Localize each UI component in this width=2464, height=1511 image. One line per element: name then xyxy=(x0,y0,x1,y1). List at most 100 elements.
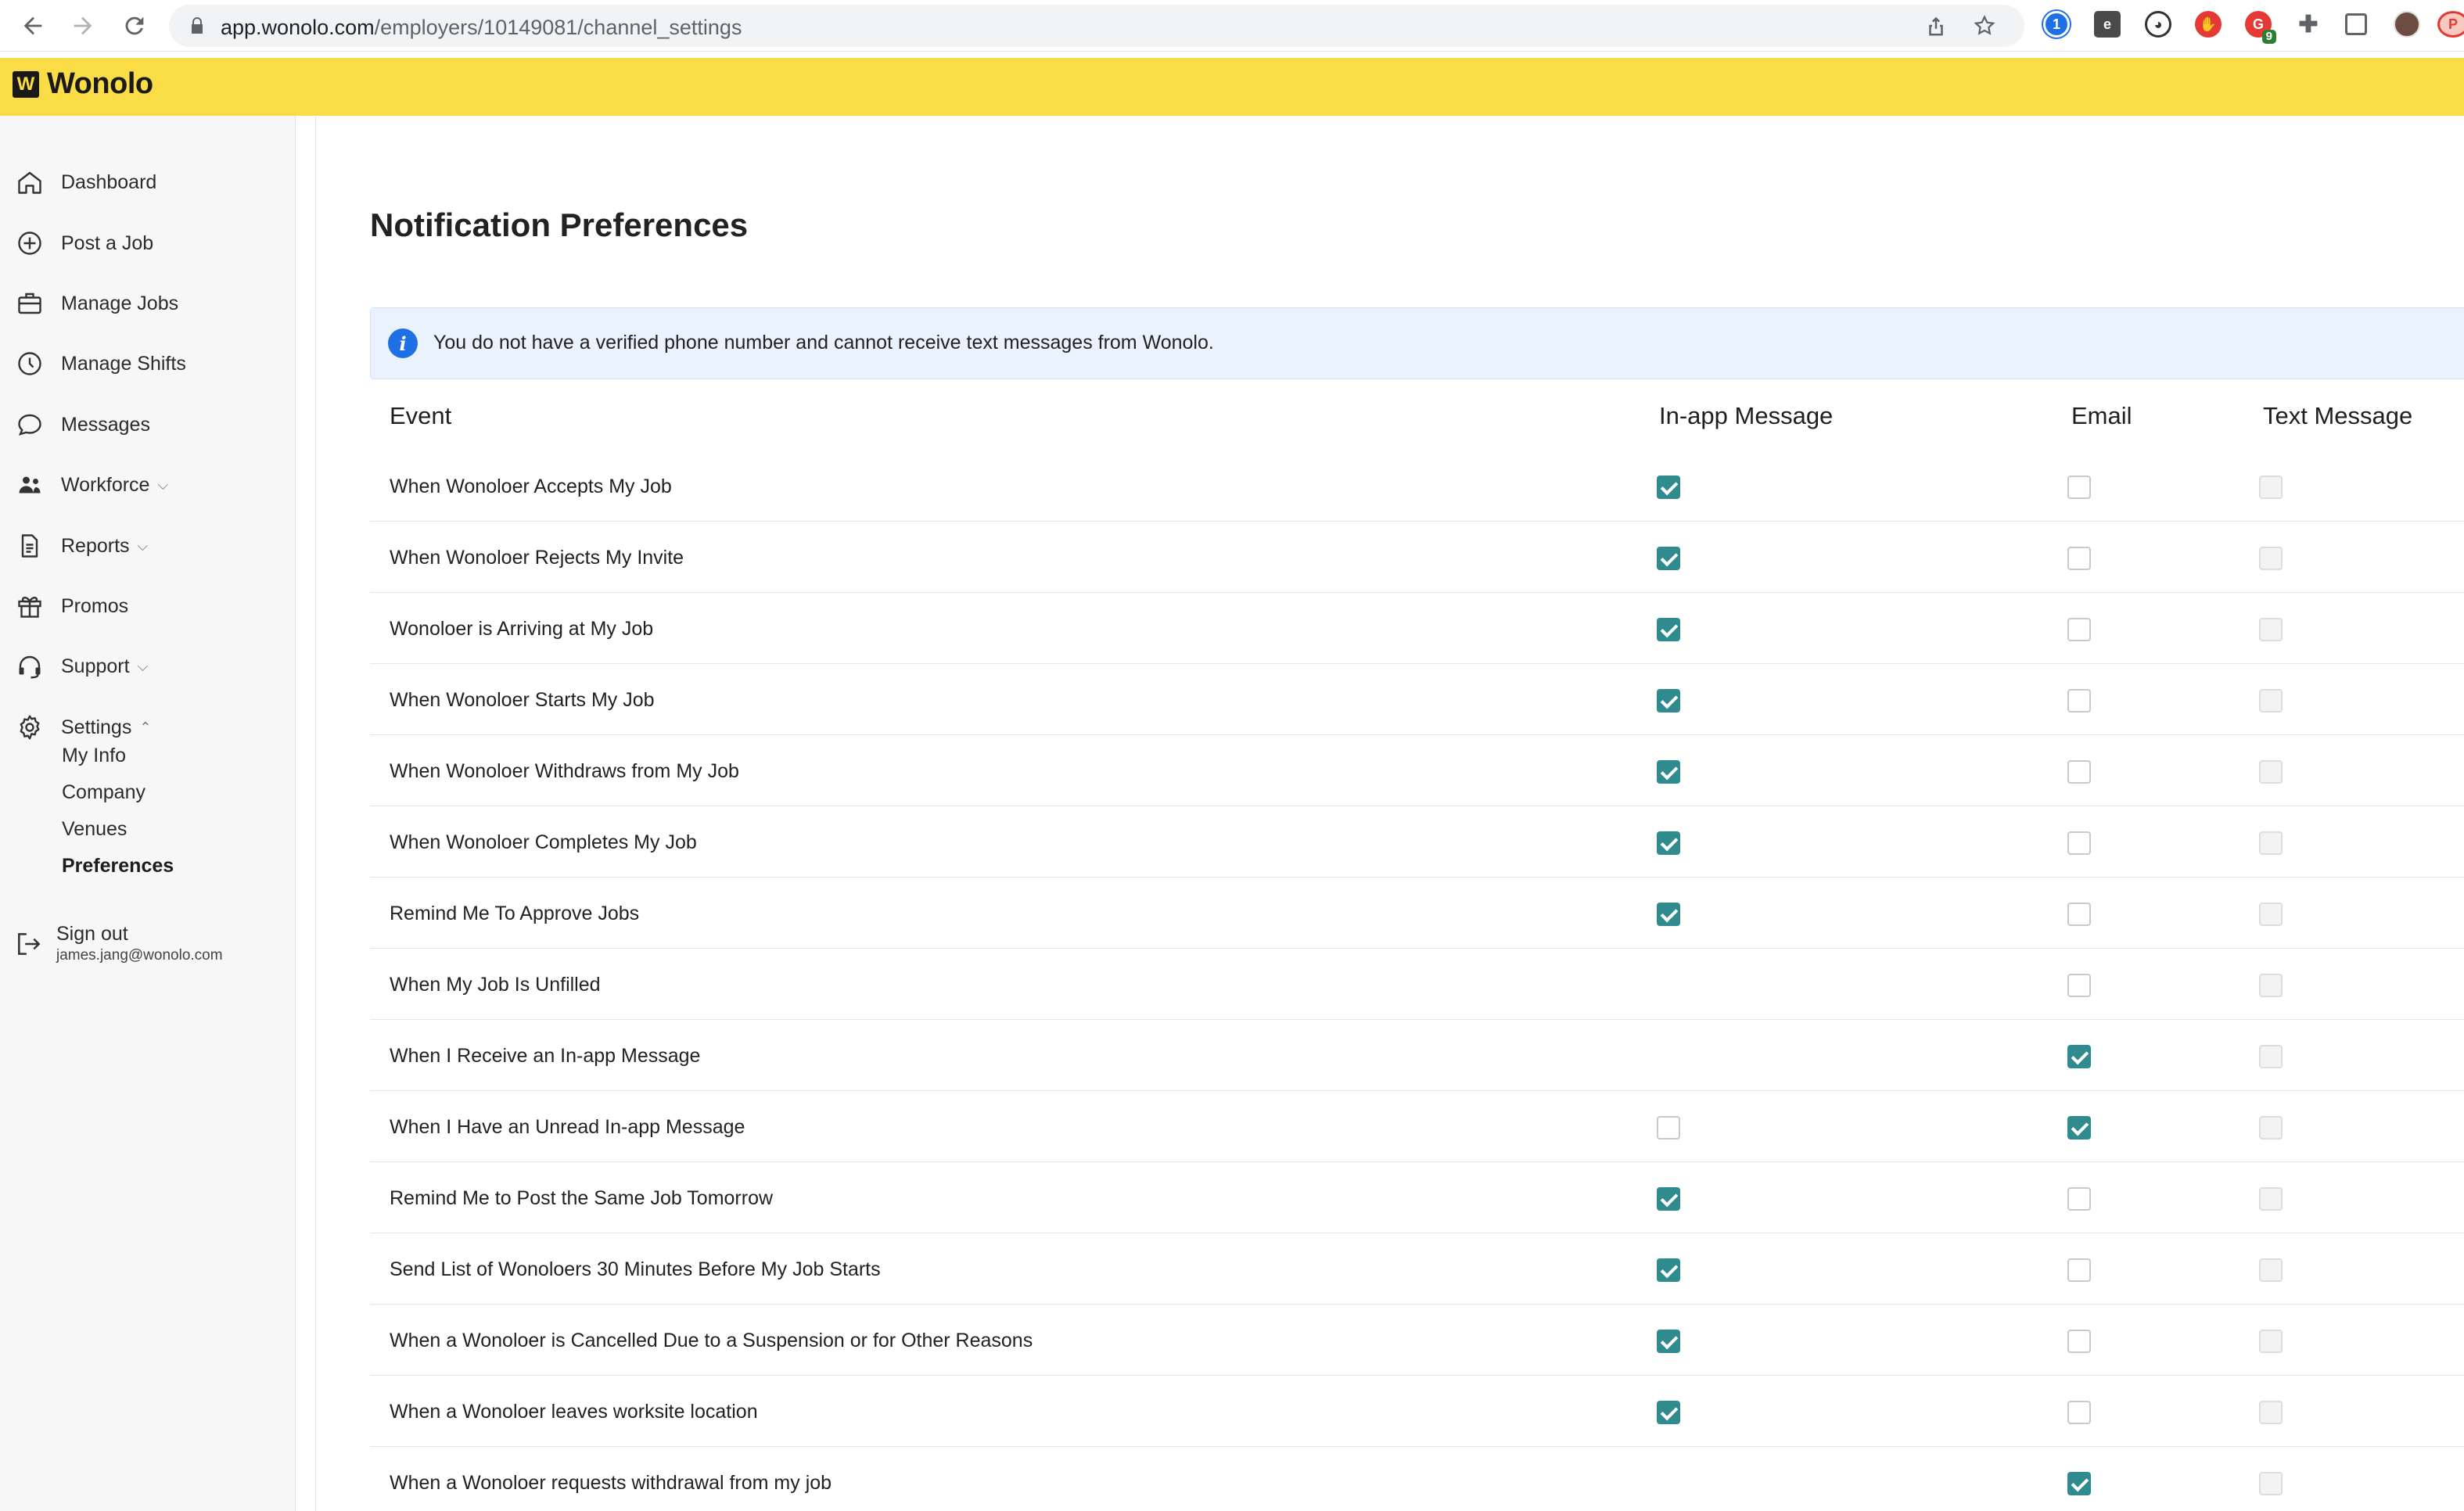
event-label: When Wonoloer Starts My Job xyxy=(390,689,655,711)
sidebar-item-dashboard[interactable]: Dashboard xyxy=(14,165,156,199)
logo-text: Wonolo xyxy=(47,67,153,100)
password-manager-extension-icon[interactable]: 1 xyxy=(2043,11,2070,38)
table-row: Remind Me To Approve Jobs xyxy=(370,878,2464,949)
event-label: When Wonoloer Completes My Job xyxy=(390,831,697,853)
reload-icon[interactable] xyxy=(119,10,150,41)
event-label: Remind Me To Approve Jobs xyxy=(390,903,640,924)
bookmark-star-icon[interactable] xyxy=(1973,14,1996,38)
sidebar-item-promos[interactable]: Promos xyxy=(14,589,128,623)
gear-icon xyxy=(14,712,45,743)
inapp-checkbox[interactable] xyxy=(1657,903,1680,926)
email-checkbox[interactable] xyxy=(2067,1116,2091,1140)
side-panel-icon[interactable] xyxy=(2345,13,2367,35)
settings-sub-my-info[interactable]: My Info xyxy=(62,745,126,767)
lock-icon xyxy=(192,17,203,34)
puzzle-extensions-icon[interactable]: ✚ xyxy=(2295,11,2322,38)
email-checkbox[interactable] xyxy=(2067,903,2091,926)
home-icon xyxy=(14,167,45,198)
forward-arrow-icon[interactable] xyxy=(67,10,99,41)
sidebar-item-manage-shifts[interactable]: Manage Shifts xyxy=(14,346,186,381)
inapp-checkbox[interactable] xyxy=(1657,1330,1680,1353)
email-checkbox[interactable] xyxy=(2067,974,2091,997)
grammar-extension-icon[interactable]: G9 xyxy=(2245,11,2276,44)
briefcase-icon xyxy=(14,288,45,319)
event-label: When I Have an Unread In-app Message xyxy=(390,1116,745,1138)
sidebar-item-settings[interactable]: Settings ⌃ xyxy=(14,710,151,745)
settings-sub-company[interactable]: Company xyxy=(62,781,145,804)
sign-out-button[interactable]: Sign out james.jang@wonolo.com xyxy=(14,923,223,964)
email-checkbox[interactable] xyxy=(2067,1045,2091,1068)
inapp-checkbox[interactable] xyxy=(1657,689,1680,712)
sidebar-item-post-a-job[interactable]: Post a Job xyxy=(14,226,153,260)
email-checkbox[interactable] xyxy=(2067,547,2091,570)
table-row: Wonoloer is Arriving at My Job xyxy=(370,593,2464,664)
email-checkbox[interactable] xyxy=(2067,831,2091,855)
panda-extension-icon[interactable]: ◕ xyxy=(2145,11,2171,38)
settings-sub-preferences[interactable]: Preferences xyxy=(62,855,174,878)
email-checkbox[interactable] xyxy=(2067,1472,2091,1495)
back-arrow-icon[interactable] xyxy=(17,10,48,41)
browser-toolbar: app.wonolo.com/employers/10149081/channe… xyxy=(0,0,2464,52)
text-checkbox xyxy=(2259,1401,2283,1424)
chevron-down-icon: ⌵ xyxy=(157,476,169,493)
inapp-checkbox[interactable] xyxy=(1657,1116,1680,1140)
column-header-text: Text Message xyxy=(2263,402,2413,429)
phone-alert-banner: i You do not have a verified phone numbe… xyxy=(370,307,2464,379)
table-row: When I Have an Unread In-app Message xyxy=(370,1091,2464,1162)
email-checkbox[interactable] xyxy=(2067,1258,2091,1282)
alert-message: You do not have a verified phone number … xyxy=(433,332,1214,354)
adblock-extension-icon[interactable]: ✋ xyxy=(2195,11,2222,38)
sidebar-item-messages[interactable]: Messages xyxy=(14,407,150,442)
text-checkbox xyxy=(2259,1187,2283,1211)
sidebar-item-manage-jobs[interactable]: Manage Jobs xyxy=(14,286,178,321)
text-checkbox xyxy=(2259,1045,2283,1068)
evernote-extension-icon[interactable]: e xyxy=(2094,11,2121,38)
inapp-checkbox[interactable] xyxy=(1657,1258,1680,1282)
share-icon[interactable] xyxy=(1924,14,1948,38)
event-label: Remind Me to Post the Same Job Tomorrow xyxy=(390,1187,774,1209)
column-header-email: Email xyxy=(2071,402,2132,429)
inapp-checkbox[interactable] xyxy=(1657,618,1680,641)
chevron-down-icon: ⌵ xyxy=(137,537,149,554)
settings-sub-venues[interactable]: Venues xyxy=(62,818,127,841)
profile-avatar[interactable] xyxy=(2394,11,2420,38)
gift-icon xyxy=(14,590,45,622)
inapp-checkbox[interactable] xyxy=(1657,760,1680,784)
sign-out-label: Sign out xyxy=(56,923,128,945)
email-checkbox[interactable] xyxy=(2067,1401,2091,1424)
wonolo-logo[interactable]: W Wonolo xyxy=(13,67,153,101)
event-label: Wonoloer is Arriving at My Job xyxy=(390,618,654,640)
sidebar-item-workforce[interactable]: Workforce ⌵ xyxy=(14,468,168,502)
event-label: When Wonoloer Accepts My Job xyxy=(390,476,672,497)
people-icon xyxy=(14,469,45,501)
text-checkbox xyxy=(2259,476,2283,499)
email-checkbox[interactable] xyxy=(2067,618,2091,641)
inapp-checkbox[interactable] xyxy=(1657,476,1680,499)
chevron-down-icon: ⌵ xyxy=(137,658,149,674)
inapp-checkbox[interactable] xyxy=(1657,547,1680,570)
sidebar-item-support[interactable]: Support ⌵ xyxy=(14,649,148,684)
table-row: When I Receive an In-app Message xyxy=(370,1020,2464,1091)
email-checkbox[interactable] xyxy=(2067,1187,2091,1211)
text-checkbox xyxy=(2259,618,2283,641)
inapp-checkbox[interactable] xyxy=(1657,1401,1680,1424)
address-bar[interactable]: app.wonolo.com/employers/10149081/channe… xyxy=(169,5,2024,47)
event-label: When a Wonoloer requests withdrawal from… xyxy=(390,1472,832,1494)
user-email: james.jang@wonolo.com xyxy=(56,947,223,964)
event-label: When My Job Is Unfilled xyxy=(390,974,601,996)
main-content: Notification Preferences i You do not ha… xyxy=(317,116,2464,1511)
table-row: Send List of Wonoloers 30 Minutes Before… xyxy=(370,1233,2464,1305)
text-checkbox xyxy=(2259,831,2283,855)
inapp-checkbox[interactable] xyxy=(1657,831,1680,855)
url-text: app.wonolo.com/employers/10149081/channe… xyxy=(221,16,742,39)
table-row: When a Wonoloer requests withdrawal from… xyxy=(370,1447,2464,1511)
email-checkbox[interactable] xyxy=(2067,760,2091,784)
inapp-checkbox[interactable] xyxy=(1657,1187,1680,1211)
email-checkbox[interactable] xyxy=(2067,1330,2091,1353)
email-checkbox[interactable] xyxy=(2067,689,2091,712)
sidebar-item-reports[interactable]: Reports ⌵ xyxy=(14,529,148,563)
table-row: When Wonoloer Rejects My Invite xyxy=(370,522,2464,593)
sidebar: Dashboard Post a Job Manage Jobs Manage … xyxy=(0,116,296,1511)
profile-pill-button[interactable]: P xyxy=(2437,11,2464,38)
email-checkbox[interactable] xyxy=(2067,476,2091,499)
